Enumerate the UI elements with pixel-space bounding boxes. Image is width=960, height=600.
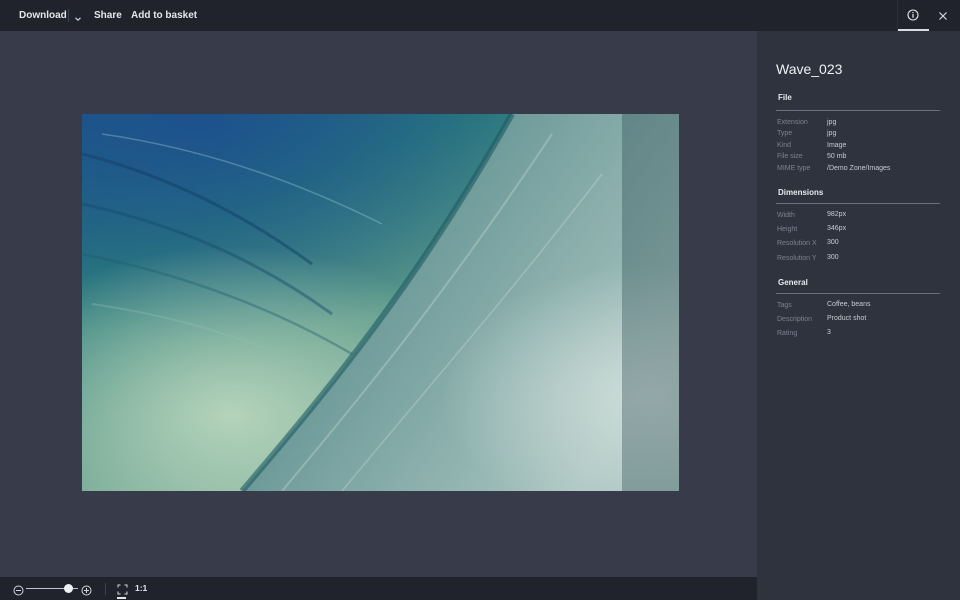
info-toggle-button[interactable] (898, 0, 929, 31)
preview-image (82, 114, 679, 491)
section-divider (776, 110, 940, 111)
fit-active-indicator (117, 597, 126, 599)
toolbar-divider (68, 9, 69, 22)
share-button[interactable]: Share (94, 0, 122, 31)
property-value: 346px (827, 225, 846, 232)
property-label: File size (777, 153, 803, 160)
zoom-in-icon[interactable] (81, 583, 92, 594)
property-value: Image (827, 142, 846, 149)
property-label: Type (777, 130, 792, 137)
download-button[interactable]: Download (19, 0, 67, 31)
property-value: jpg (827, 130, 836, 137)
image-viewer-app: Download Share Add to basket (0, 0, 960, 600)
toolbar-divider (105, 583, 106, 595)
fit-to-screen-icon[interactable] (117, 582, 128, 593)
actual-size-button[interactable]: 1:1 (135, 577, 147, 600)
property-value: Coffee, beans (827, 301, 870, 308)
property-label: MIME type (777, 165, 810, 172)
property-label: Height (777, 226, 797, 233)
zoom-toolbar: 1:1 (0, 577, 757, 600)
property-value: /Demo Zone/Images (827, 165, 890, 172)
property-label: Extension (777, 119, 808, 126)
top-toolbar: Download Share Add to basket (0, 0, 960, 31)
property-value: 300 (827, 239, 839, 246)
zoom-out-icon[interactable] (13, 583, 24, 594)
file-title: Wave_023 (776, 61, 842, 77)
close-icon[interactable] (935, 8, 951, 24)
info-icon (907, 9, 919, 21)
property-value: Product shot (827, 315, 866, 322)
property-label: Width (777, 212, 795, 219)
property-value: jpg (827, 119, 836, 126)
zoom-slider[interactable] (26, 584, 78, 594)
property-label: Tags (777, 302, 792, 309)
zoom-slider-handle[interactable] (64, 584, 73, 593)
section-heading-file: File (778, 93, 792, 102)
section-divider (776, 293, 940, 294)
property-value: 982px (827, 211, 846, 218)
property-label: Kind (777, 142, 791, 149)
section-heading-general: General (778, 278, 808, 287)
chevron-down-icon[interactable] (73, 11, 83, 21)
property-label: Description (777, 316, 812, 323)
property-value: 50 mb (827, 153, 846, 160)
property-value: 3 (827, 329, 831, 336)
section-divider (776, 203, 940, 204)
property-label: Resolution Y (777, 255, 817, 262)
property-value: 300 (827, 254, 839, 261)
add-to-basket-button[interactable]: Add to basket (131, 0, 197, 31)
info-panel: Wave_023 File Extension jpg Type jpg Kin… (757, 31, 960, 600)
section-heading-dimensions: Dimensions (778, 188, 823, 197)
property-label: Rating (777, 330, 797, 337)
image-canvas (0, 31, 757, 577)
property-label: Resolution X (777, 240, 817, 247)
